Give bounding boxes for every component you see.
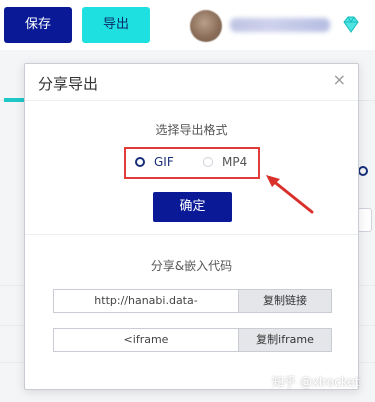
- copy-iframe-button[interactable]: 复制iframe: [238, 329, 331, 351]
- format-option-label: GIF: [154, 155, 174, 169]
- dialog-title: 分享导出: [38, 75, 99, 93]
- annotation-arrow-icon: [266, 175, 314, 214]
- link-field[interactable]: http://hanabi.data-: [54, 290, 238, 312]
- close-icon[interactable]: ×: [333, 72, 346, 88]
- username-blurred: [230, 18, 330, 32]
- confirm-button[interactable]: 确定: [153, 192, 232, 222]
- save-button[interactable]: 保存: [4, 7, 72, 43]
- section-divider: [25, 234, 358, 235]
- embed-section-label: 分享&嵌入代码: [150, 259, 233, 273]
- format-option-mp4[interactable]: MP4: [203, 155, 247, 169]
- background-radio: [358, 166, 368, 176]
- share-export-dialog: 分享导出 × 选择导出格式 GIF MP4 确定 分享&嵌入代码 http://…: [24, 63, 359, 390]
- iframe-row: <iframe 复制iframe: [53, 328, 332, 352]
- format-section-label: 选择导出格式: [155, 123, 228, 137]
- active-tab-indicator: [4, 98, 26, 102]
- format-option-gif[interactable]: GIF: [135, 155, 174, 169]
- dialog-header: 分享导出 ×: [25, 64, 358, 101]
- avatar[interactable]: [190, 10, 222, 42]
- format-option-label: MP4: [222, 155, 248, 169]
- radio-unchecked-icon[interactable]: [203, 157, 213, 167]
- export-button[interactable]: 导出: [82, 7, 150, 43]
- copy-link-button[interactable]: 复制链接: [238, 290, 331, 312]
- link-row: http://hanabi.data- 复制链接: [53, 289, 332, 313]
- radio-checked-icon[interactable]: [135, 157, 145, 167]
- watermark: 知乎 @xlrocket: [272, 375, 360, 389]
- iframe-field[interactable]: <iframe: [54, 329, 238, 351]
- diamond-icon[interactable]: [340, 14, 362, 36]
